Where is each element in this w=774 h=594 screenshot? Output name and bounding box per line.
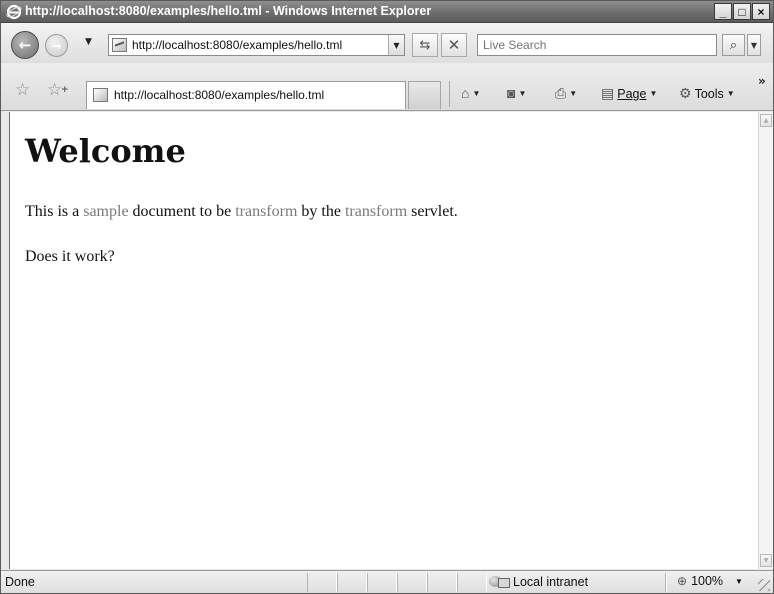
back-button[interactable]: ←: [11, 31, 39, 59]
minimize-button[interactable]: _: [714, 3, 732, 20]
tab-active[interactable]: http://localhost:8080/examples/hello.tml: [86, 81, 406, 109]
forward-arrow-icon: →: [51, 38, 62, 53]
scroll-up-button[interactable]: ▲: [760, 114, 772, 127]
print-dropdown-icon[interactable]: ▼: [569, 89, 577, 98]
refresh-icon: ⇆: [419, 37, 431, 53]
intranet-zone-icon: [489, 574, 510, 589]
transform-servlet-link[interactable]: transform: [345, 203, 407, 220]
address-input[interactable]: [132, 37, 387, 53]
address-dropdown[interactable]: ▼: [388, 35, 404, 55]
refresh-button[interactable]: ⇆: [412, 33, 438, 57]
toolbar-divider: [449, 81, 450, 107]
intro-text: by the: [297, 203, 345, 220]
page-dropdown-icon: ▼: [649, 89, 658, 98]
page-content: Welcome This is a sample document to be …: [9, 112, 758, 569]
sample-link[interactable]: sample: [83, 203, 128, 220]
search-button[interactable]: ⌕: [722, 34, 745, 56]
intro-text: This is a: [25, 203, 84, 220]
tools-menu[interactable]: ⚙ Tools ▼: [679, 85, 735, 102]
add-favorites-plus-icon: +: [61, 85, 69, 95]
title-bar[interactable]: http://localhost:8080/examples/hello.tml…: [1, 1, 773, 23]
new-tab-button[interactable]: [408, 81, 441, 109]
tools-menu-label: Tools: [694, 86, 724, 101]
page-menu-label: Page: [617, 86, 647, 101]
stop-icon: ✕: [447, 36, 461, 54]
search-box[interactable]: [477, 34, 717, 56]
more-commands-chevron[interactable]: »: [758, 74, 766, 88]
feeds-button[interactable]: ◙ ▼: [507, 85, 526, 101]
status-panel: [367, 573, 397, 592]
transform-link[interactable]: transform: [235, 203, 297, 220]
navigation-bar: ← → ▼ ▼ ⇆ ✕ ⌕ ▼: [1, 23, 773, 63]
stop-button[interactable]: ✕: [441, 33, 467, 57]
intro-text: servlet.: [407, 203, 458, 220]
page-icon: [112, 38, 127, 52]
print-button[interactable]: ⎙ ▼: [555, 85, 577, 102]
status-bar: Done Local intranet ⊕ 100% ▼: [1, 570, 773, 593]
page-heading: Welcome: [25, 132, 186, 170]
status-panel: [307, 573, 337, 592]
vertical-scrollbar[interactable]: ▲ ▼: [758, 112, 773, 569]
home-icon: ⌂: [461, 85, 470, 101]
page-menu[interactable]: ▤ Page ▼: [601, 85, 657, 102]
resize-grip[interactable]: [758, 579, 770, 591]
security-zone[interactable]: Local intranet: [489, 574, 588, 589]
tab-label: http://localhost:8080/examples/hello.tml: [114, 88, 325, 102]
forward-button[interactable]: →: [45, 34, 68, 57]
scroll-up-arrow-icon: ▲: [763, 117, 769, 124]
status-text: Done: [5, 575, 35, 589]
search-icon: ⌕: [729, 37, 738, 53]
status-panel: [337, 573, 367, 592]
status-panel: [397, 573, 427, 592]
status-panel: [427, 573, 457, 592]
rss-feed-icon: ◙: [507, 85, 516, 101]
zoom-control[interactable]: ⊕ 100% ▼: [677, 574, 743, 588]
history-dropdown[interactable]: ▼: [85, 37, 92, 47]
ie-logo-icon: [6, 4, 22, 20]
address-bar[interactable]: ▼: [108, 34, 405, 56]
window-title: http://localhost:8080/examples/hello.tml…: [25, 4, 432, 18]
intro-text: document to be: [128, 203, 236, 220]
feeds-dropdown-icon[interactable]: ▼: [518, 89, 526, 98]
status-panel: [457, 573, 487, 592]
home-button[interactable]: ⌂ ▼: [461, 85, 480, 101]
close-button[interactable]: ×: [752, 3, 770, 20]
favorites-star-icon[interactable]: ☆: [15, 80, 30, 100]
zone-label: Local intranet: [513, 574, 589, 589]
search-input[interactable]: [483, 37, 711, 53]
browser-window: http://localhost:8080/examples/hello.tml…: [0, 0, 774, 594]
window-controls: _ □ ×: [714, 3, 770, 20]
page-menu-icon: ▤: [601, 85, 615, 101]
command-bar: ☆ ☆ + http://localhost:8080/examples/hel…: [1, 63, 773, 111]
paragraph-question: Does it work?: [25, 248, 115, 265]
scroll-down-button[interactable]: ▼: [760, 554, 772, 567]
printer-icon: ⎙: [555, 85, 567, 101]
page-icon: [93, 88, 108, 102]
back-arrow-icon: ←: [18, 36, 32, 54]
zoom-icon: ⊕: [677, 574, 688, 588]
gear-icon: ⚙: [679, 85, 692, 101]
status-divider: [665, 573, 667, 592]
add-favorites-icon[interactable]: ☆: [47, 80, 62, 100]
zoom-level: 100%: [691, 574, 724, 588]
paragraph-intro: This is a sample document to be transfor…: [25, 203, 458, 221]
maximize-button[interactable]: □: [733, 3, 751, 20]
home-dropdown-icon[interactable]: ▼: [472, 89, 480, 98]
zoom-dropdown-icon[interactable]: ▼: [735, 577, 743, 586]
scroll-down-arrow-icon: ▼: [763, 557, 769, 564]
search-options-dropdown[interactable]: ▼: [747, 34, 761, 56]
tools-dropdown-icon: ▼: [726, 89, 735, 98]
